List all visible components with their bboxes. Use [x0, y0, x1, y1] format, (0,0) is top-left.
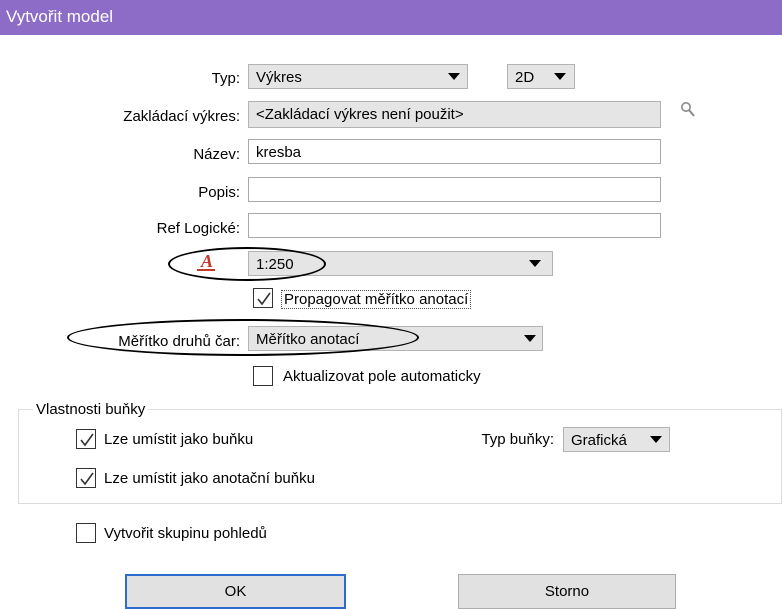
name-value: kresba: [256, 144, 302, 161]
name-input[interactable]: kresba: [248, 139, 661, 164]
description-input[interactable]: [248, 177, 661, 202]
type-dropdown[interactable]: Výkres: [248, 64, 468, 89]
check-icon: [80, 472, 94, 486]
ok-button[interactable]: OK: [125, 574, 346, 609]
window-title: Vytvořit model: [6, 7, 114, 26]
check-icon: [257, 292, 271, 306]
chevron-down-icon: [448, 73, 460, 80]
place-as-annotation-cell-label: Lze umístit jako anotační buňku: [104, 470, 315, 487]
annotation-highlight-ellipse: [168, 247, 326, 281]
logical-label: Ref Logické:: [156, 220, 240, 237]
dimension-dropdown[interactable]: 2D: [507, 64, 575, 89]
description-label: Popis:: [198, 184, 240, 201]
cell-type-value: Grafická: [571, 432, 627, 449]
chevron-down-icon: [650, 436, 662, 443]
seed-label: Zakládací výkres:: [123, 108, 240, 125]
create-view-group-label: Vytvořit skupinu pohledů: [104, 525, 267, 542]
chevron-down-icon: [529, 260, 541, 267]
auto-update-label: Aktualizovat pole automaticky: [283, 368, 481, 385]
seed-field: <Zakládací výkres není použit>: [248, 101, 661, 128]
check-icon: [80, 433, 94, 447]
type-value: Výkres: [256, 69, 302, 86]
type-label: Typ:: [211, 70, 240, 87]
propagate-label: Propagovat měřítko anotací: [281, 290, 472, 309]
place-as-cell-label: Lze umístit jako buňku: [104, 431, 254, 448]
cell-properties-legend: Vlastnosti buňky: [33, 401, 149, 418]
logical-input[interactable]: [248, 213, 661, 238]
seed-value: <Zakládací výkres není použit>: [256, 106, 464, 123]
place-as-cell-checkbox[interactable]: [76, 429, 96, 449]
auto-update-checkbox[interactable]: [253, 366, 273, 386]
title-bar: Vytvořit model: [0, 0, 782, 35]
line-style-highlight-ellipse: [67, 319, 419, 356]
cell-properties-group: [18, 409, 782, 504]
place-as-annotation-cell-checkbox[interactable]: [76, 468, 96, 488]
cancel-button[interactable]: Storno: [458, 574, 676, 609]
create-view-group-checkbox[interactable]: [76, 523, 96, 543]
cell-type-label: Typ buňky:: [481, 431, 554, 448]
chevron-down-icon: [524, 335, 536, 342]
cell-type-dropdown[interactable]: Grafická: [563, 427, 670, 452]
dimension-value: 2D: [515, 69, 535, 86]
propagate-checkbox[interactable]: [253, 288, 273, 308]
name-label: Název:: [193, 146, 240, 163]
search-icon[interactable]: [680, 101, 696, 119]
chevron-down-icon: [554, 73, 566, 80]
